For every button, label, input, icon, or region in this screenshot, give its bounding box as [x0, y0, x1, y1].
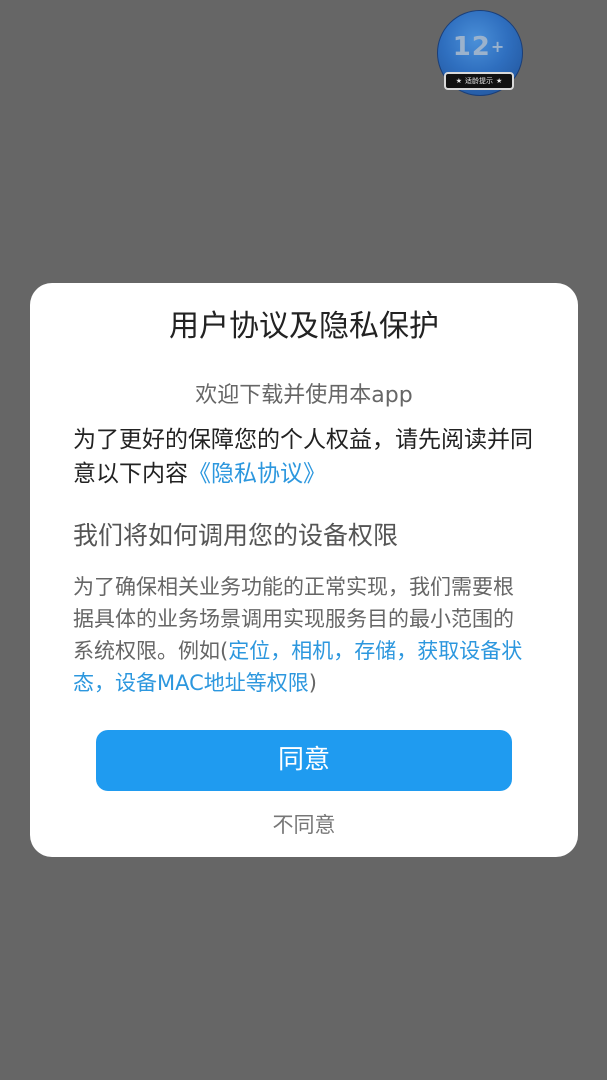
star-icon: ★	[496, 77, 503, 85]
permission-heading: 我们将如何调用您的设备权限	[73, 521, 399, 550]
screen-overlay: 12+ ★ 适龄提示 ★ 用户协议及隐私保护 欢迎下载并使用本app 为了更好的保障…	[0, 0, 607, 1080]
permission-description: 为了确保相关业务功能的正常实现，我们需要根据具体的业务场景调用实现服务目的最小范…	[73, 571, 531, 699]
disagree-button[interactable]: 不同意	[30, 810, 578, 840]
age-rating-label: ★ 适龄提示 ★	[444, 72, 514, 90]
age-number-text: 12	[452, 32, 491, 62]
permission-body-suffix: )	[308, 671, 317, 695]
privacy-agreement-link[interactable]: 《隐私协议》	[188, 461, 326, 487]
agree-button[interactable]: 同意	[96, 730, 512, 791]
age-label-text: 适龄提示	[465, 77, 493, 85]
age-rating-badge: 12+ ★ 适龄提示 ★	[437, 10, 523, 96]
privacy-dialog: 用户协议及隐私保护 欢迎下载并使用本app 为了更好的保障您的个人权益，请先阅读…	[30, 283, 578, 857]
age-rating-number: 12+	[437, 32, 521, 62]
intro-paragraph: 为了更好的保障您的个人权益，请先阅读并同意以下内容《隐私协议》	[73, 423, 543, 491]
welcome-text: 欢迎下载并使用本app	[195, 383, 413, 408]
age-plus-sign: +	[490, 37, 506, 56]
star-icon: ★	[455, 77, 462, 85]
dialog-title: 用户协议及隐私保护	[169, 309, 439, 344]
